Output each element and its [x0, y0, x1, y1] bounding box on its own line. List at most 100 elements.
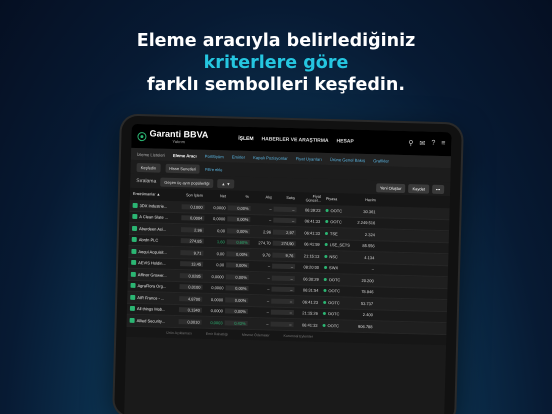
bid-cell: –: [267, 263, 271, 269]
col-ask[interactable]: Satış: [274, 196, 297, 201]
bid-cell: –: [269, 206, 272, 212]
market-cell: OOTC: [320, 323, 350, 329]
pct-cell: 0,00%: [226, 251, 250, 257]
sort-label: Sıralama: [136, 177, 157, 185]
more-button[interactable]: •••: [431, 184, 445, 194]
flag-icon: [129, 317, 135, 323]
footer-item[interactable]: Ürün Açıklaması: [166, 330, 192, 335]
tab-grafikler[interactable]: Grafikler: [373, 158, 389, 163]
symbol-name: AgraFlora Org...: [137, 283, 167, 290]
net-cell: 0,0000: [213, 216, 226, 222]
search-icon[interactable]: ⚲: [408, 139, 413, 147]
flag-icon: [131, 260, 137, 266]
bid-cell: 2,96: [263, 229, 272, 235]
market-name: OOTC: [330, 207, 343, 214]
symbol-name: Allied Security...: [136, 317, 166, 324]
sort-select[interactable]: Geçen üç ayın popülerliği: [160, 177, 214, 188]
pct-cell: 0,00%: [225, 274, 249, 280]
symbol-cell: Affinor Grower...: [128, 271, 180, 278]
footer-item[interactable]: Kurumsal Eylemler: [284, 333, 313, 338]
market-status-icon: [324, 266, 328, 270]
nav-islem[interactable]: İŞLEM: [238, 136, 253, 142]
col-net[interactable]: Net: [205, 194, 228, 199]
col-market[interactable]: Piyasa: [323, 197, 353, 202]
flag-icon: [130, 271, 136, 277]
ask-cell: –: [270, 321, 294, 327]
symbol-cell: 3DX Industrie...: [130, 202, 182, 209]
add-filter-link[interactable]: Filtre ekle: [205, 166, 222, 171]
market-cell: OOTC: [322, 219, 352, 225]
market-status-icon: [323, 289, 327, 293]
symbol-cell: Aequi Acquisit...: [128, 248, 180, 255]
ask-cell: –: [272, 263, 296, 270]
tab-emirler[interactable]: Emirler: [232, 154, 245, 159]
last-price-cell: 13,45: [180, 261, 204, 268]
time-cell: 06:31:54: [302, 287, 319, 294]
save-button[interactable]: Kaydet: [408, 183, 430, 194]
help-icon[interactable]: ?: [431, 140, 435, 148]
last-price-cell: 0,0100: [179, 284, 203, 291]
col-pct[interactable]: %: [228, 194, 251, 199]
action-buttons: Yeni Oluştur Kaydet •••: [375, 182, 445, 194]
symbol-cell: Abrdn PLC: [129, 237, 181, 243]
footer-item[interactable]: Mevcut Ödemeler: [242, 332, 270, 337]
symbol-name: A Clean Slate ...: [139, 214, 169, 221]
market-cell: SWX: [321, 265, 351, 271]
bid-cell: 274,70: [258, 240, 271, 246]
footer-item[interactable]: Emir Rahatlığı: [206, 331, 228, 336]
main-nav: İŞLEM HABERLER VE ARAŞTIRMA HESAP: [238, 136, 354, 145]
time-cell: 08:20:00: [303, 264, 320, 271]
net-cell: 1,60: [216, 239, 225, 245]
market-cell: OOTC: [321, 277, 351, 283]
col-instruments[interactable]: Enstrümanlar ▲: [130, 192, 182, 197]
col-volume[interactable]: Hacim: [353, 198, 379, 203]
symbol-cell: AEVIS Holdin...: [128, 260, 180, 266]
discover-filter[interactable]: Keşfedin: [136, 162, 161, 173]
last-price-cell: 0,1340: [178, 307, 202, 314]
col-bid[interactable]: Alış: [251, 195, 274, 200]
last-price-cell: 0,1000: [181, 203, 205, 210]
tab-izleme[interactable]: İzleme Listeleri: [137, 152, 165, 158]
sort-direction[interactable]: ▲ ▼: [217, 178, 235, 189]
volume-cell: 906.788: [358, 323, 373, 329]
tablet-device: Garanti BBVA Yatırım İŞLEM HABERLER VE A…: [114, 115, 462, 414]
tab-eleme[interactable]: Eleme Aracı: [173, 152, 197, 158]
new-create-button[interactable]: Yeni Oluştur: [375, 182, 406, 193]
market-cell: LSE_SETS: [322, 242, 352, 248]
volume-cell: 85.556: [362, 243, 375, 249]
symbol-name: Abrdn PLC: [138, 237, 159, 243]
nav-hesap[interactable]: HESAP: [336, 138, 353, 144]
flag-icon: [132, 214, 138, 220]
market-name: OOTC: [328, 276, 341, 283]
last-price-cell: 274,85: [180, 238, 204, 245]
volume-cell: 4.134: [364, 254, 375, 261]
tab-kapali[interactable]: Kapalı Pozisyonlar: [253, 155, 288, 161]
volume-cell: 53.737: [360, 300, 374, 306]
symbol-name: AEVIS Holdin...: [138, 260, 166, 267]
stocks-filter[interactable]: Hisse Senetleri: [165, 163, 201, 174]
menu-icon[interactable]: ≡: [441, 140, 445, 148]
symbol-cell: AIR France - ...: [127, 294, 179, 301]
market-name: OOTC: [327, 322, 340, 329]
market-cell: OOTC: [320, 300, 350, 306]
bid-cell: –: [266, 321, 269, 327]
screener-table: Enstrümanlar ▲ Son İşlem Net % Alış Satı…: [126, 187, 450, 345]
market-cell: OOTC: [323, 208, 353, 214]
flag-icon: [130, 283, 136, 289]
last-price-cell: 0,0004: [181, 215, 205, 222]
ask-cell: 274,90: [272, 240, 296, 247]
mail-icon[interactable]: ✉: [419, 139, 425, 147]
tab-portfoy[interactable]: Portföyüm: [205, 153, 224, 158]
flag-icon: [129, 306, 135, 312]
col-last[interactable]: Son İşlem: [182, 193, 205, 198]
ask-cell: –: [273, 217, 297, 224]
market-status-icon: [323, 277, 327, 281]
time-cell: 06:41:33: [304, 230, 321, 236]
symbol-name: AIR France - ...: [137, 294, 165, 301]
tab-urun[interactable]: Ürüne Genel Bakış: [330, 157, 366, 163]
pct-cell: 0,00%: [225, 285, 249, 292]
tab-fiyat-uyari[interactable]: Fiyat Uyarıları: [296, 156, 322, 162]
ask-cell: –: [271, 275, 295, 281]
col-time[interactable]: Fiyat Güncel...: [297, 194, 323, 203]
nav-haberler[interactable]: HABERLER VE ARAŞTIRMA: [261, 136, 328, 144]
